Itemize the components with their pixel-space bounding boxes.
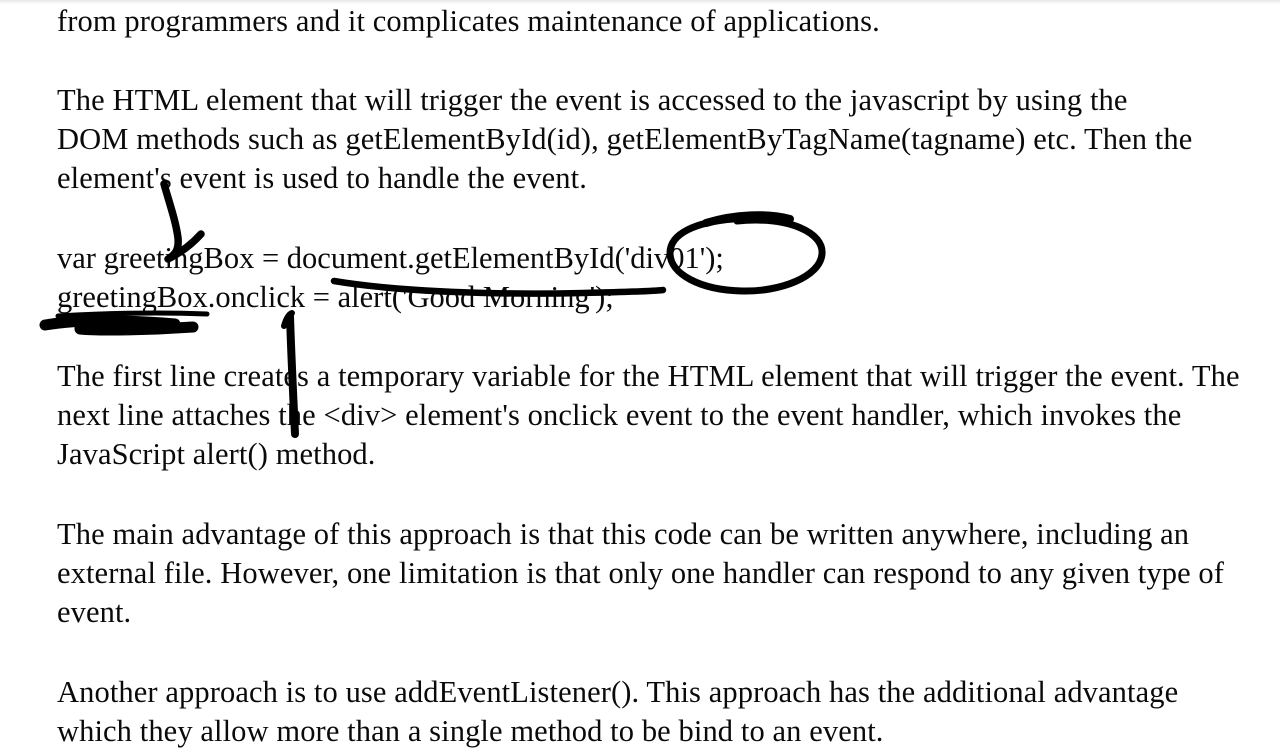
paragraph-addeventlistener-line-1: Another approach is to use addEventListe… bbox=[57, 675, 1179, 709]
document-page: from programmers and it complicates main… bbox=[0, 0, 1280, 748]
code-line-get-element-by-id: var greetingBox = document.getElementByI… bbox=[57, 241, 724, 275]
paragraph-advantage-line-2: external file. However, one limitation i… bbox=[57, 556, 1225, 590]
paragraph-advantage-line-3: event. bbox=[57, 595, 132, 629]
paragraph-dom-line-1: The HTML element that will trigger the e… bbox=[57, 83, 1128, 117]
paragraph-dom-line-2: DOM methods such as getElementById(id), … bbox=[57, 122, 1193, 156]
paragraph-dom-line-3: element's event is used to handle the ev… bbox=[57, 161, 587, 195]
paragraph-explain-line-1: The first line creates a temporary varia… bbox=[57, 359, 1240, 393]
paragraph-advantage-line-1: The main advantage of this approach is t… bbox=[57, 517, 1190, 551]
paragraph-explain-line-3: JavaScript alert() method. bbox=[57, 437, 376, 471]
code-line-onclick-alert: greetingBox.onclick = alert('Good Mornin… bbox=[57, 280, 614, 314]
paragraph-tail-line: from programmers and it complicates main… bbox=[57, 4, 880, 38]
paragraph-explain-line-2: next line attaches the <div> element's o… bbox=[57, 398, 1182, 432]
paragraph-addeventlistener-line-2-partial: which they allow more than a single meth… bbox=[57, 714, 884, 748]
